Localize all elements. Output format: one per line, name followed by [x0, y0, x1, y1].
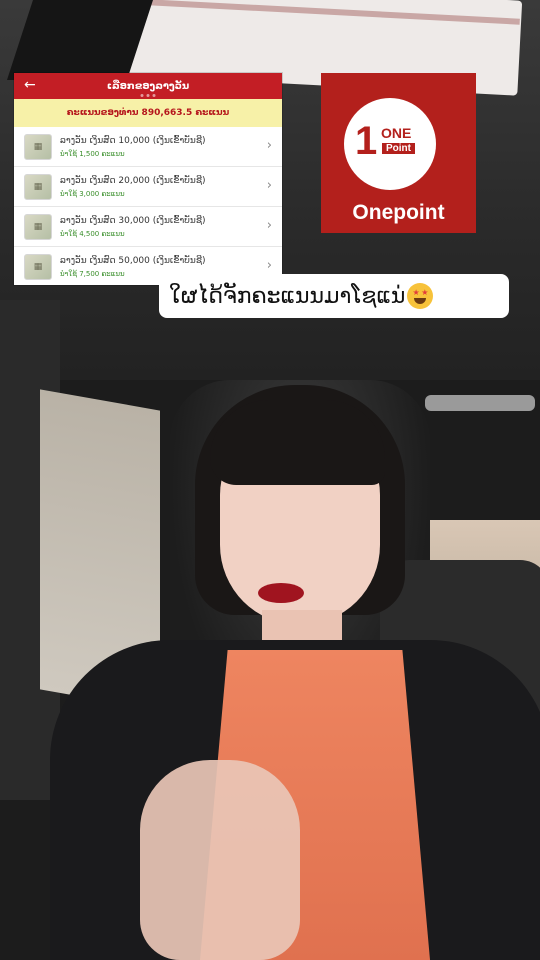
reward-cost: ນຳໃຊ້ 4,500 ຄະແນນ: [60, 229, 125, 238]
page-dot: [140, 94, 144, 97]
logo-mark-number: 1: [355, 119, 378, 163]
reward-item[interactable]: ▦ ລາງວັນ ເງິນສົດ 20,000 (ເງິນເຂົ້າບັນຊີ)…: [14, 167, 282, 207]
reward-name: ລາງວັນ ເງິນສົດ 10,000 (ເງິນເຂົ້າບັນຊີ): [60, 135, 206, 146]
logo-mark-tag: Point: [382, 143, 415, 154]
chevron-right-icon: ›: [266, 178, 272, 193]
person-lips: [258, 583, 304, 603]
star-struck-emoji-icon: [407, 283, 434, 309]
reward-name: ລາງວັນ ເງິນສົດ 20,000 (ເງິນເຂົ້າບັນຊີ): [60, 175, 206, 186]
person-bangs: [210, 400, 385, 485]
reward-cost: ນຳໃຊ້ 1,500 ຄະແນນ: [60, 149, 125, 158]
logo-badge: 1 ONE Point: [344, 98, 436, 190]
reward-cost: ນຳໃຊ້ 3,000 ຄະແນນ: [60, 189, 125, 198]
chevron-right-icon: ›: [266, 138, 272, 153]
app-screenshot: ← ເລືອກຂອງລາງວັນ ຄະແນນຂອງທ່ານ 890,663.5 …: [14, 73, 282, 285]
caption-text: ໃຜໄດ້ຈັກຄະແນນມາໂຊແນ່: [169, 283, 406, 309]
app-title: ເລືອກຂອງລາງວັນ: [106, 80, 190, 92]
cash-icon: ▦: [24, 253, 52, 280]
caption-bubble: ໃຜໄດ້ຈັກຄະແນນມາໂຊແນ່: [159, 274, 509, 318]
cash-icon: ▦: [24, 213, 52, 240]
chevron-right-icon: ›: [266, 218, 272, 233]
reward-name: ລາງວັນ ເງິນສົດ 30,000 (ເງິນເຂົ້າບັນຊີ): [60, 215, 206, 226]
person-hand: [140, 760, 300, 960]
cash-icon: ▦: [24, 173, 52, 200]
points-balance: ຄະແນນຂອງທ່ານ 890,663.5 ຄະແນນ: [14, 99, 282, 127]
app-header: ← ເລືອກຂອງລາງວັນ: [14, 73, 282, 99]
page-dot: [146, 94, 150, 97]
page-indicator: [140, 94, 156, 97]
page-dot: [152, 94, 156, 97]
logo-name: Onepoint: [352, 201, 445, 224]
air-vent: [425, 395, 535, 411]
logo-mark-word: ONE: [381, 125, 412, 141]
chevron-right-icon: ›: [266, 258, 272, 273]
reward-item[interactable]: ▦ ລາງວັນ ເງິນສົດ 10,000 (ເງິນເຂົ້າບັນຊີ)…: [14, 127, 282, 167]
reward-name: ລາງວັນ ເງິນສົດ 50,000 (ເງິນເຂົ້າບັນຊີ): [60, 255, 206, 266]
cash-icon: ▦: [24, 133, 52, 160]
onepoint-logo: 1 ONE Point Onepoint: [321, 73, 476, 233]
back-arrow-icon[interactable]: ←: [24, 77, 36, 93]
reward-item[interactable]: ▦ ລາງວັນ ເງິນສົດ 30,000 (ເງິນເຂົ້າບັນຊີ)…: [14, 207, 282, 247]
one-point-mark-icon: 1 ONE Point: [355, 119, 425, 169]
